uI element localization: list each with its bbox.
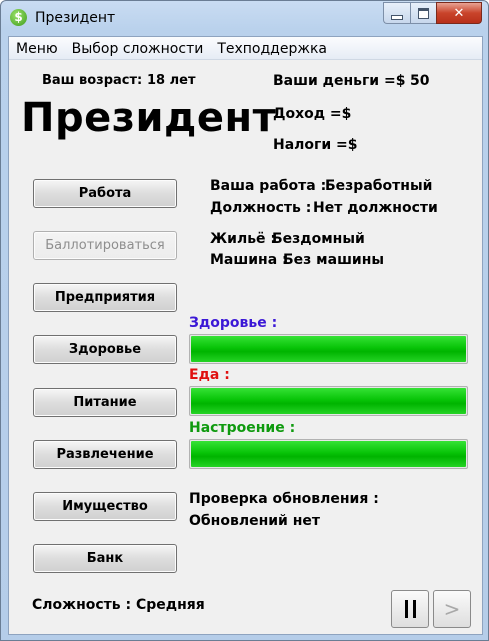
bank-button[interactable]: Банк: [33, 544, 177, 573]
minimize-icon: [391, 14, 403, 20]
car-value: Без машины: [283, 252, 385, 268]
difficulty-label: Сложность :: [32, 597, 132, 613]
run-for-election-button[interactable]: Баллотироваться: [33, 231, 177, 260]
minimize-button[interactable]: [383, 2, 410, 24]
mood-meter-label: Настроение :: [189, 420, 296, 436]
entertainment-button[interactable]: Развлечение: [33, 440, 177, 469]
taxes-label: Налоги =$: [273, 137, 358, 153]
update-check-label: Проверка обновления :: [189, 491, 379, 507]
menu-item-support[interactable]: Техподдержка: [210, 37, 334, 59]
menu-bar: Меню Выбор сложности Техподдержка: [9, 37, 482, 60]
position-value: Нет должности: [313, 200, 438, 216]
window-controls: ✕: [383, 2, 482, 24]
job-label: Ваша работа :: [210, 178, 327, 194]
mood-meter-fill: [191, 441, 466, 467]
close-icon: ✕: [453, 5, 465, 21]
health-meter-fill: [191, 336, 466, 362]
age-label: Ваш возраст:: [42, 73, 143, 88]
dollar-icon: $: [10, 9, 27, 26]
money-label: Ваши деньги =$: [273, 73, 406, 89]
housing-value: Бездомный: [272, 231, 365, 247]
mood-meter: [189, 439, 468, 469]
pause-button[interactable]: [391, 590, 429, 628]
title-bar[interactable]: $ Президент ✕: [1, 1, 488, 35]
maximize-button[interactable]: [410, 2, 436, 24]
update-status: Обновлений нет: [189, 513, 321, 529]
menu-item-menu[interactable]: Меню: [9, 37, 65, 59]
health-meter-label: Здоровье :: [189, 315, 278, 331]
age-value: 18 лет: [147, 73, 196, 88]
job-value: Безработный: [325, 178, 433, 194]
food-meter-fill: [191, 388, 466, 414]
window-title: Президент: [35, 10, 116, 26]
car-label: Машина :: [210, 252, 288, 268]
play-button[interactable]: >: [433, 590, 471, 628]
work-button[interactable]: Работа: [33, 179, 177, 208]
app-window: $ Президент ✕ Меню Выбор сложности Техпо…: [0, 0, 489, 641]
business-button[interactable]: Предприятия: [33, 283, 177, 312]
client-area: Меню Выбор сложности Техподдержка Ваш во…: [8, 36, 483, 635]
food-meter: [189, 386, 468, 416]
maximize-icon: [418, 7, 429, 19]
food-meter-label: Еда :: [189, 367, 230, 383]
pause-icon: [404, 600, 416, 618]
game-heading: Президент: [21, 95, 277, 141]
money-value: 50: [410, 73, 430, 89]
play-icon: >: [443, 597, 461, 621]
difficulty-value: Средняя: [136, 597, 205, 613]
position-label: Должность :: [210, 200, 312, 216]
income-label: Доход =$: [273, 106, 352, 122]
close-button[interactable]: ✕: [436, 2, 482, 24]
food-button[interactable]: Питание: [33, 388, 177, 417]
health-meter: [189, 334, 468, 364]
health-button[interactable]: Здоровье: [33, 335, 177, 364]
property-button[interactable]: Имущество: [33, 492, 177, 521]
housing-label: Жильё :: [210, 231, 277, 247]
menu-item-difficulty[interactable]: Выбор сложности: [65, 37, 211, 59]
